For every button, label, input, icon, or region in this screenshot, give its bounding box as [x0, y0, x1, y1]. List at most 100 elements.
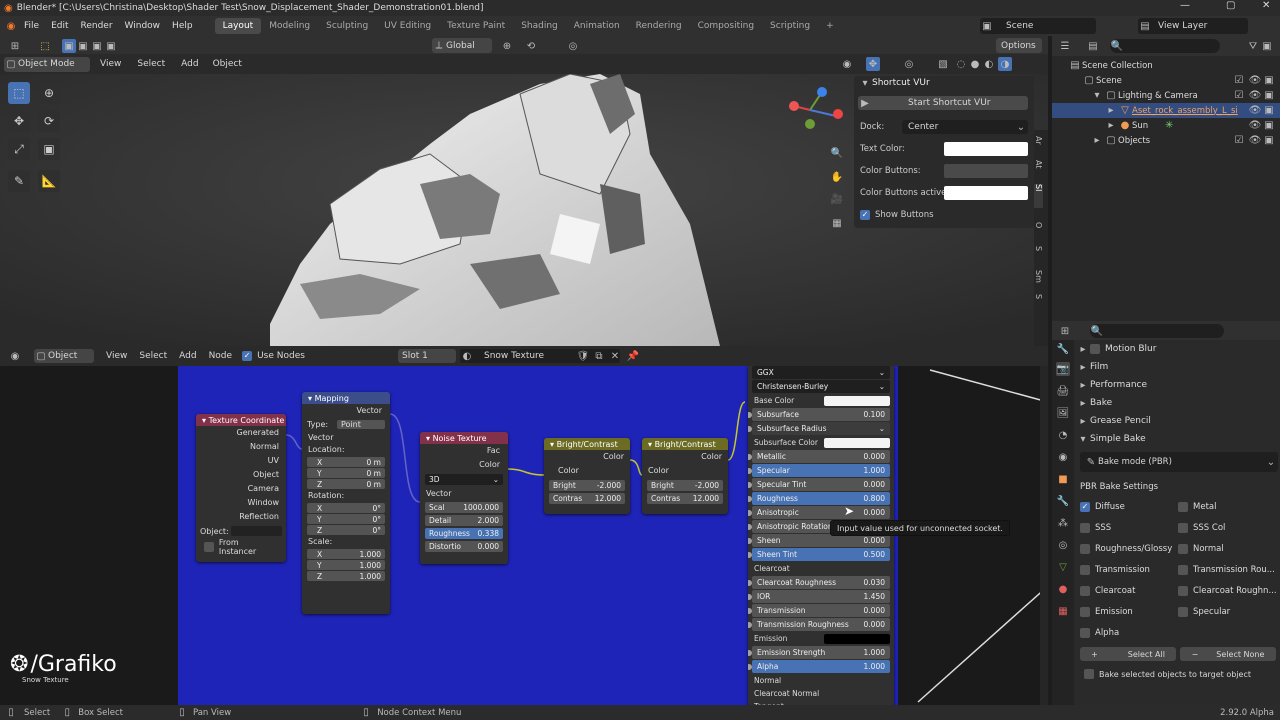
select-box-icon[interactable]: ▣ — [62, 39, 76, 53]
eye-icon[interactable]: 👁 — [1248, 119, 1262, 133]
input-socket-icon[interactable] — [748, 412, 752, 418]
select-tool-icon[interactable]: ⬚ — [8, 82, 30, 104]
option-transmission[interactable]: Transmission — [1080, 564, 1178, 575]
unlink-material-icon[interactable]: ✕ — [608, 349, 622, 363]
input-socket-icon[interactable] — [748, 552, 752, 558]
mapping-type[interactable]: Type: Point — [307, 420, 385, 429]
contrast-field[interactable]: Contras 12.000 — [647, 493, 723, 504]
bsdf-subsurface-color-socket[interactable]: Subsurface Color — [748, 436, 894, 449]
data-tab-icon[interactable]: ▽ — [1056, 560, 1070, 574]
object-picker[interactable] — [230, 526, 282, 536]
input-socket-icon[interactable] — [748, 580, 752, 586]
view-layer-tab-icon[interactable]: 🖼 — [1056, 406, 1070, 420]
loc-y-field[interactable]: Y 0 m — [307, 468, 385, 478]
bsdf-specular-tint-field[interactable]: Specular Tint 0.000 — [748, 478, 890, 491]
option-emission[interactable]: Emission — [1080, 606, 1178, 617]
object-field[interactable]: Object: — [200, 526, 282, 536]
node-header[interactable]: ▾ Noise Texture — [420, 432, 508, 444]
node-header[interactable]: ▾ Texture Coordinate — [196, 414, 286, 426]
expand-arrow-icon[interactable]: ▸ — [1104, 119, 1118, 133]
distribution-dropdown[interactable]: GGX ⌄ — [752, 366, 890, 379]
world-tab-icon[interactable]: ◉ — [1056, 450, 1070, 464]
viewport-menu-object[interactable]: Object — [213, 59, 242, 69]
sidebar-tab-sm[interactable]: Sm — [1034, 270, 1043, 294]
rotate-tool-icon[interactable]: ⟳ — [38, 110, 60, 132]
use-nodes-checkbox[interactable]: ✓ Use Nodes — [242, 351, 305, 361]
rot-y-field[interactable]: Y 0° — [307, 514, 385, 524]
eye-icon[interactable]: 👁 — [1248, 104, 1262, 118]
dimensions-dropdown[interactable]: 3D ⌄ — [425, 474, 503, 485]
tab-animation[interactable]: Animation — [566, 18, 628, 34]
section-simple-bake[interactable]: ▾ Simple Bake — [1076, 430, 1280, 448]
tool-tab-icon[interactable]: 🔧 — [1056, 342, 1070, 356]
duplicate-material-icon[interactable]: ⧉ — [592, 349, 606, 363]
outliner-row-scene-collection[interactable]: ▤ Scene Collection — [1052, 58, 1280, 73]
select-extend-icon[interactable]: ▣ — [76, 39, 90, 53]
proportional-edit-icon[interactable]: ◎ — [566, 39, 580, 53]
sidebar-tab-at[interactable]: At — [1034, 160, 1043, 184]
tab-modeling[interactable]: Modeling — [261, 18, 318, 34]
bake-mode-dropdown[interactable]: ✎ Bake mode (PBR) ⌄ — [1080, 452, 1278, 472]
node-menu-node[interactable]: Node — [209, 351, 233, 361]
modifier-tab-icon[interactable]: 🔧 — [1056, 494, 1070, 508]
panel-header[interactable]: ▾ Shortcut VUr — [854, 76, 1034, 90]
cursor-tool-icon[interactable]: ⊕ — [38, 82, 60, 104]
option-normal[interactable]: Normal — [1178, 543, 1224, 554]
input-socket-icon[interactable] — [748, 594, 752, 600]
section-bake[interactable]: ▸ Bake — [1076, 394, 1280, 412]
properties-search[interactable]: 🔍 — [1090, 324, 1224, 338]
input-socket-icon[interactable] — [748, 496, 752, 502]
select-invert-icon[interactable]: ▣ — [104, 39, 118, 53]
bright-field[interactable]: Bright -2.000 — [647, 480, 723, 491]
pin-icon[interactable]: 📌 — [626, 349, 640, 363]
checkbox-icon[interactable]: ☑ — [1232, 89, 1246, 103]
section-motion-blur[interactable]: ▸ Motion Blur — [1076, 340, 1280, 358]
viewport-menu-add[interactable]: Add — [181, 59, 198, 69]
input-socket-icon[interactable] — [748, 426, 752, 432]
option-sss-col[interactable]: SSS Col — [1178, 522, 1225, 533]
node-bright-contrast-2[interactable]: ▾ Bright/Contrast Color Color Bright -2.0… — [642, 438, 728, 514]
menu-help[interactable]: Help — [166, 21, 199, 31]
checkbox-icon[interactable]: ☑ — [1232, 74, 1246, 88]
shading-rendered-icon[interactable]: ◑ — [998, 57, 1012, 71]
minimize-icon[interactable]: — — [1180, 0, 1190, 11]
outliner-row-rock-assembly[interactable]: ▸ ▽ Aset_rock_assembly_L_si 👁 ▣ — [1052, 103, 1280, 118]
bsdf-sheen-tint-field[interactable]: Sheen Tint 0.500 — [748, 548, 890, 561]
measure-tool-icon[interactable]: 📐 — [38, 170, 60, 192]
node-menu-add[interactable]: Add — [179, 351, 196, 361]
bsdf-emission-socket[interactable]: Emission — [748, 632, 894, 645]
input-socket-icon[interactable] — [748, 622, 752, 628]
color-swatch[interactable] — [824, 395, 890, 406]
option-diffuse[interactable]: ✓ Diffuse — [1080, 501, 1178, 512]
color-buttons-swatch[interactable] — [944, 164, 1028, 178]
node-bright-contrast-1[interactable]: ▾ Bright/Contrast Color Color Bright -2.0… — [544, 438, 630, 514]
outliner-row-sun[interactable]: ▸ ● Sun ✳ 👁 ▣ — [1052, 118, 1280, 133]
outliner-row-objects[interactable]: ▸ ▢ Objects ☑ 👁 ▣ — [1052, 133, 1280, 148]
tab-scripting[interactable]: Scripting — [762, 18, 818, 34]
transform-tool-icon[interactable]: ▣ — [38, 138, 60, 160]
close-icon[interactable]: ✕ — [1262, 0, 1270, 11]
noise-distortio-field[interactable]: Distortio 0.000 — [425, 541, 503, 552]
loc-z-field[interactable]: Z 0 m — [307, 479, 385, 489]
bright-field[interactable]: Bright -2.000 — [549, 480, 625, 491]
material-tab-icon[interactable]: ● — [1056, 582, 1070, 596]
section-film[interactable]: ▸ Film — [1076, 358, 1280, 376]
snap-icon[interactable]: ⟲ — [524, 39, 538, 53]
pivot-icon[interactable]: ⊕ — [500, 39, 514, 53]
option-metal[interactable]: Metal — [1178, 501, 1216, 512]
zoom-icon[interactable]: 🔍 — [830, 146, 844, 160]
particles-tab-icon[interactable]: ⁂ — [1056, 516, 1070, 530]
node-header[interactable]: ▾ Bright/Contrast — [642, 438, 728, 450]
ortho-grid-icon[interactable]: ▦ — [830, 216, 844, 230]
pan-icon[interactable]: ✋ — [830, 170, 844, 184]
node-sidebar-strip[interactable] — [1040, 366, 1048, 706]
checkbox-icon[interactable] — [1090, 344, 1100, 354]
bsdf-metallic-field[interactable]: Metallic 0.000 — [748, 450, 890, 463]
input-socket-icon[interactable] — [748, 524, 752, 530]
menu-render[interactable]: Render — [75, 21, 119, 31]
type-value[interactable]: Point — [337, 420, 385, 429]
expand-arrow-icon[interactable]: ▸ — [1090, 134, 1104, 148]
outliner-row-scene[interactable]: ▢ Scene ☑ 👁 ▣ — [1052, 73, 1280, 88]
viewport-menu-view[interactable]: View — [100, 59, 121, 69]
render-tab-icon[interactable]: 📷 — [1056, 362, 1070, 376]
